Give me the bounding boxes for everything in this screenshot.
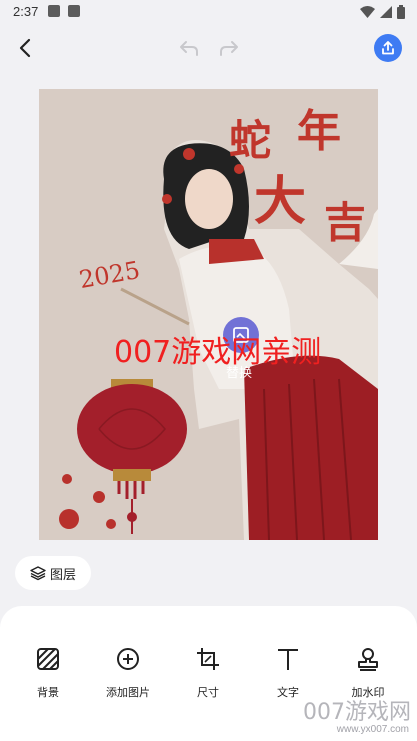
poster-title-char: 年 (297, 106, 341, 157)
signal-icon (380, 6, 392, 18)
tool-label: 文字 (277, 686, 299, 699)
wifi-icon (360, 6, 375, 18)
replace-label: 替换 (226, 366, 253, 381)
tool-add-watermark[interactable]: 加水印 (333, 646, 403, 700)
undo-icon[interactable] (178, 37, 200, 59)
tool-label: 尺寸 (197, 686, 219, 699)
status-bar: 2:37 (0, 0, 417, 24)
background-icon (37, 648, 59, 670)
share-upload-icon (382, 41, 394, 55)
add-image-icon (117, 648, 139, 670)
notification-icon (48, 5, 60, 17)
notification-icon (68, 5, 80, 17)
redo-icon[interactable] (218, 37, 240, 59)
poster-title-char: 大 (254, 171, 307, 232)
layers-icon (30, 566, 46, 581)
tool-size[interactable]: 尺寸 (173, 646, 243, 700)
status-time: 2:37 (13, 4, 39, 19)
back-arrow-icon[interactable] (14, 36, 38, 60)
tool-background[interactable]: 背景 (13, 646, 83, 700)
site-watermark-url: www.yx007.com (336, 724, 409, 735)
tool-label: 添加图片 (106, 686, 150, 699)
tool-label: 背景 (37, 686, 59, 699)
export-button[interactable] (374, 34, 402, 62)
tool-text[interactable]: 文字 (253, 646, 323, 700)
crop-size-icon (197, 648, 219, 670)
status-indicators (360, 5, 405, 19)
design-canvas[interactable]: 蛇 年 大 吉 2025 007游戏网亲测 替换 (39, 89, 378, 540)
text-icon (278, 649, 298, 670)
tool-add-image[interactable]: 添加图片 (93, 646, 163, 700)
layers-label: 图层 (49, 567, 76, 583)
site-watermark-logo: 007游戏网 (303, 700, 411, 725)
test-watermark-overlay: 007游戏网亲测 (114, 335, 322, 370)
editor-toolbar (0, 28, 417, 68)
layers-button[interactable]: 图层 (15, 556, 91, 590)
stamp-icon (358, 648, 378, 671)
battery-icon (397, 5, 405, 19)
poster-title-char: 吉 (324, 198, 367, 247)
